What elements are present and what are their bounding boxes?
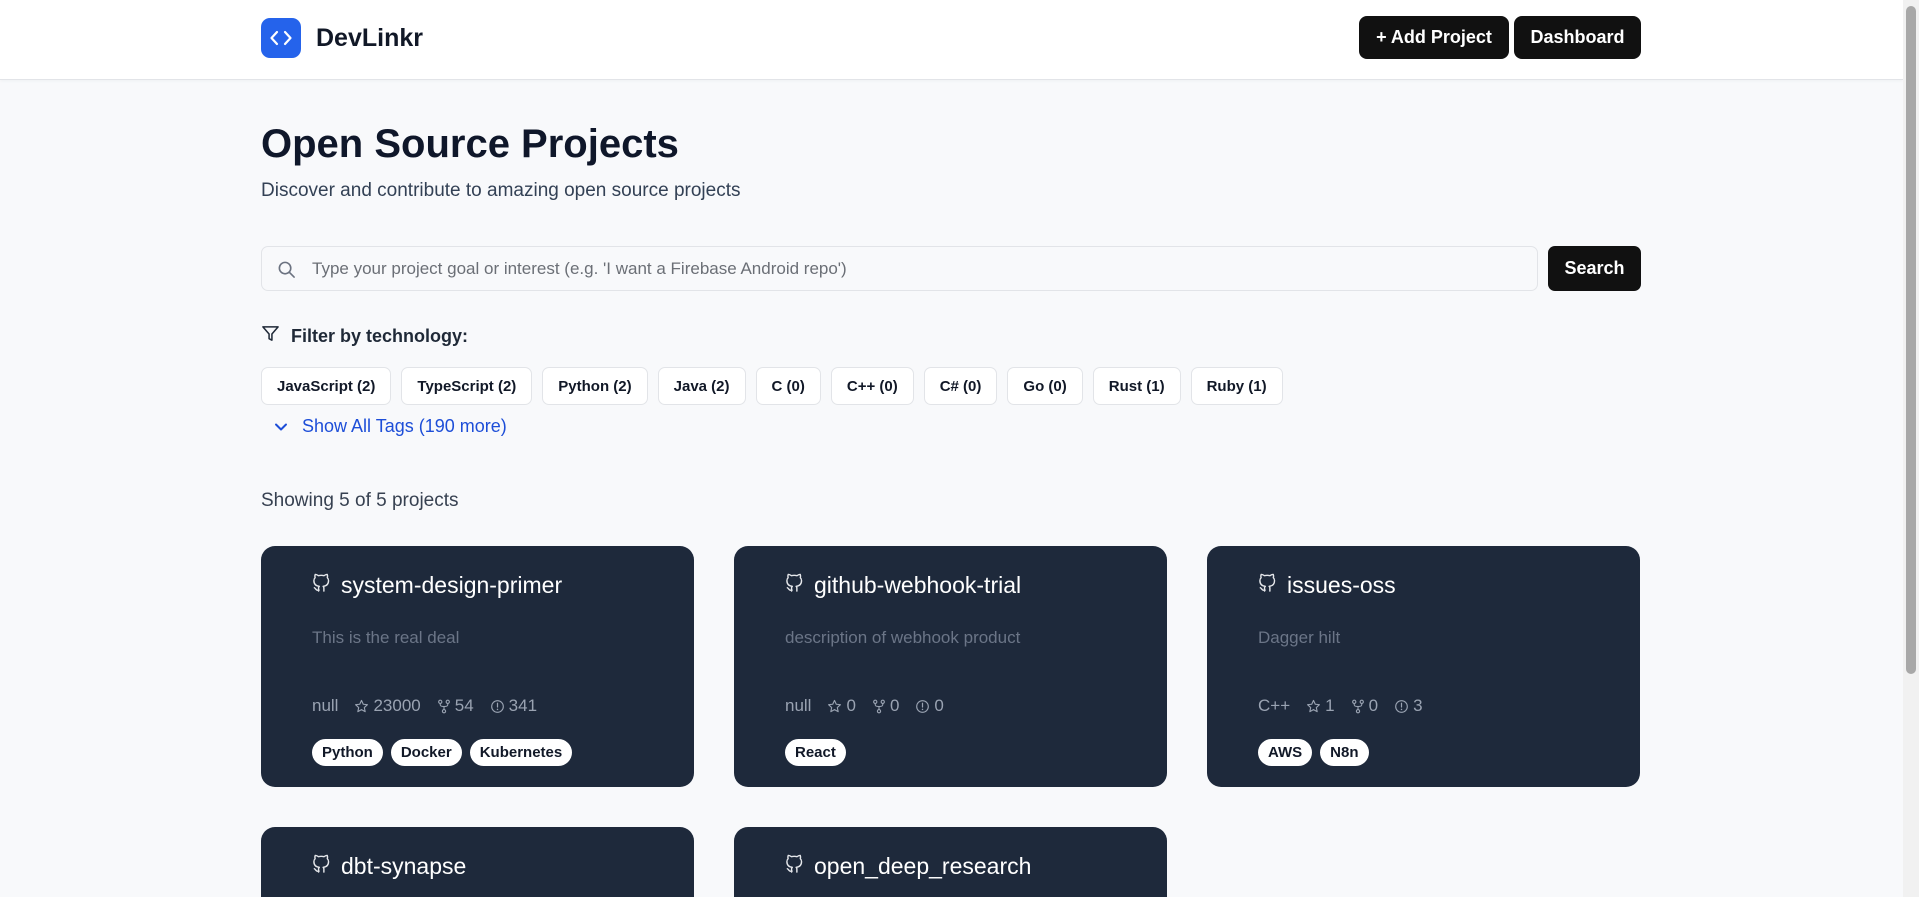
project-tag[interactable]: Python bbox=[312, 739, 383, 766]
project-tags: AWS N8n bbox=[1258, 739, 1377, 766]
add-project-button[interactable]: + Add Project bbox=[1359, 16, 1509, 59]
page-subtitle: Discover and contribute to amazing open … bbox=[261, 180, 741, 201]
project-tag[interactable]: Docker bbox=[390, 739, 462, 766]
code-brackets-icon bbox=[261, 18, 301, 58]
project-title[interactable]: github-webhook-trial bbox=[814, 572, 1021, 599]
forks-count: 0 bbox=[889, 696, 900, 715]
tag-filter-cpp[interactable]: C++ (0) bbox=[830, 367, 914, 405]
project-tags: React bbox=[785, 739, 854, 766]
project-card[interactable]: open_deep_research bbox=[734, 827, 1167, 897]
search-button[interactable]: Search bbox=[1548, 246, 1641, 291]
project-card[interactable]: dbt-synapse bbox=[261, 827, 694, 897]
search-box[interactable] bbox=[261, 246, 1538, 291]
page-title: Open Source Projects bbox=[261, 122, 679, 166]
tag-filter-csharp[interactable]: C# (0) bbox=[923, 367, 998, 405]
github-icon bbox=[312, 573, 331, 598]
brand-name: DevLinkr bbox=[316, 23, 423, 52]
search-icon bbox=[277, 260, 296, 284]
project-description: This is the real deal bbox=[312, 628, 460, 647]
project-language: null bbox=[312, 696, 339, 715]
forks-stat: 0 bbox=[872, 696, 899, 716]
star-icon bbox=[827, 699, 842, 714]
stars-stat: 0 bbox=[827, 696, 856, 716]
project-tags: Python Docker Kubernetes bbox=[312, 739, 580, 766]
results-count: Showing 5 of 5 projects bbox=[261, 490, 459, 511]
project-card[interactable]: system-design-primer This is the real de… bbox=[261, 546, 694, 787]
project-tag[interactable]: N8n bbox=[1320, 739, 1369, 766]
tag-filter-go[interactable]: Go (0) bbox=[1007, 367, 1083, 405]
forks-stat: 0 bbox=[1351, 696, 1378, 716]
issues-stat: 0 bbox=[915, 696, 944, 716]
tag-filter-java[interactable]: Java (2) bbox=[657, 367, 746, 405]
search-input[interactable] bbox=[312, 247, 1522, 290]
issues-stat: 341 bbox=[490, 696, 537, 716]
tag-filter-list: JavaScript (2) TypeScript (2) Python (2)… bbox=[261, 367, 1293, 405]
star-icon bbox=[354, 699, 369, 714]
filter-header: Filter by technology: bbox=[261, 324, 468, 348]
project-stats: null 0 0 0 bbox=[785, 696, 944, 716]
issues-stat: 3 bbox=[1394, 696, 1423, 716]
tag-filter-ruby[interactable]: Ruby (1) bbox=[1190, 367, 1283, 405]
scrollbar-thumb[interactable] bbox=[1906, 6, 1916, 674]
chevron-down-icon bbox=[274, 416, 288, 437]
forks-stat: 54 bbox=[437, 696, 474, 716]
project-language: C++ bbox=[1258, 696, 1291, 715]
brand[interactable]: DevLinkr bbox=[261, 18, 423, 58]
fork-icon bbox=[1351, 699, 1365, 714]
tag-filter-typescript[interactable]: TypeScript (2) bbox=[401, 367, 533, 405]
project-description: Dagger hilt bbox=[1258, 628, 1341, 647]
stars-count: 23000 bbox=[373, 696, 421, 715]
stars-count: 0 bbox=[846, 696, 856, 715]
github-icon bbox=[785, 854, 804, 879]
filter-icon bbox=[261, 324, 280, 348]
project-tag[interactable]: React bbox=[785, 739, 846, 766]
github-icon bbox=[312, 854, 331, 879]
project-description: description of webhook product bbox=[785, 628, 1021, 647]
dashboard-button[interactable]: Dashboard bbox=[1514, 16, 1641, 59]
forks-count: 0 bbox=[1368, 696, 1379, 715]
fork-icon bbox=[437, 699, 451, 714]
forks-count: 54 bbox=[454, 696, 474, 715]
project-tag[interactable]: AWS bbox=[1258, 739, 1313, 766]
stars-stat: 1 bbox=[1306, 696, 1335, 716]
tag-filter-rust[interactable]: Rust (1) bbox=[1092, 367, 1181, 405]
filter-label: Filter by technology: bbox=[291, 325, 469, 346]
project-title[interactable]: system-design-primer bbox=[341, 572, 562, 599]
github-icon bbox=[1258, 573, 1277, 598]
issue-icon bbox=[915, 699, 930, 714]
star-icon bbox=[1306, 699, 1321, 714]
tag-filter-c[interactable]: C (0) bbox=[755, 367, 821, 405]
show-all-tags-label: Show All Tags (190 more) bbox=[302, 416, 507, 436]
show-all-tags-button[interactable]: Show All Tags (190 more) bbox=[274, 416, 507, 437]
stars-stat: 23000 bbox=[354, 696, 421, 716]
top-navbar: DevLinkr + Add Project Dashboard bbox=[0, 0, 1903, 80]
project-tag[interactable]: Kubernetes bbox=[469, 739, 573, 766]
project-card[interactable]: github-webhook-trial description of webh… bbox=[734, 546, 1167, 787]
issues-count: 341 bbox=[508, 696, 538, 715]
issues-count: 0 bbox=[934, 696, 944, 715]
tag-filter-javascript[interactable]: JavaScript (2) bbox=[261, 367, 392, 405]
issues-count: 3 bbox=[1413, 696, 1423, 715]
issue-icon bbox=[490, 699, 505, 714]
github-icon bbox=[785, 573, 804, 598]
project-title[interactable]: issues-oss bbox=[1287, 572, 1396, 599]
project-language: null bbox=[785, 696, 812, 715]
project-card[interactable]: issues-oss Dagger hilt C++ 1 0 3 AWS N8n bbox=[1207, 546, 1640, 787]
project-stats: C++ 1 0 3 bbox=[1258, 696, 1423, 716]
fork-icon bbox=[872, 699, 886, 714]
issue-icon bbox=[1394, 699, 1409, 714]
tag-filter-python[interactable]: Python (2) bbox=[542, 367, 648, 405]
stars-count: 1 bbox=[1325, 696, 1335, 715]
project-title[interactable]: dbt-synapse bbox=[341, 853, 466, 880]
project-stats: null 23000 54 341 bbox=[312, 696, 537, 716]
project-title[interactable]: open_deep_research bbox=[814, 853, 1031, 880]
